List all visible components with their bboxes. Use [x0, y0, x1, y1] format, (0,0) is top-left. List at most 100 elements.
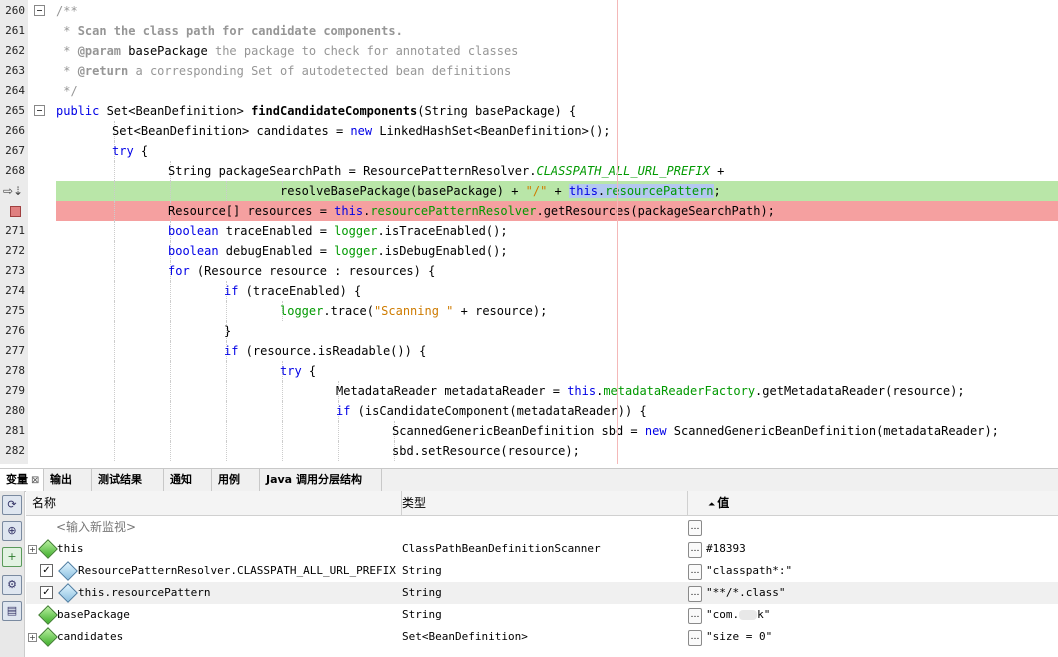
code-text[interactable]: if (traceEnabled) { [224, 284, 361, 298]
fold-collapse-icon[interactable] [34, 105, 45, 116]
tab-5[interactable]: Java 调用分层结构 [260, 469, 382, 491]
code-line[interactable]: 278 try { [0, 361, 1058, 381]
code-text[interactable]: Resource[] resources = this.resourcePatt… [168, 204, 775, 218]
code-text[interactable]: Set<BeanDefinition> candidates = new Lin… [112, 124, 611, 138]
new-watch-row[interactable]: <输入新监视> … [26, 516, 1058, 538]
column-header-value[interactable]: ⏶ 值 [702, 491, 1058, 515]
value-ellipsis-button[interactable]: … [688, 564, 702, 580]
code-line[interactable]: 272 boolean debugEnabled = logger.isDebug… [0, 241, 1058, 261]
show-static-icon[interactable]: ⚙ [2, 575, 22, 595]
code-text[interactable]: String packageSearchPath = ResourcePatte… [168, 164, 724, 178]
code-text[interactable]: resolveBasePackage(basePackage) + "/" + … [280, 184, 721, 198]
variable-row[interactable]: + candidates Set<BeanDefinition> … "size = 0… [26, 626, 1058, 648]
value-ellipsis-button[interactable]: … [688, 630, 702, 646]
code-line[interactable]: 280 if (isCandidateComponent(metadataRead… [0, 401, 1058, 421]
code-text[interactable]: sbd.setResource(resource); [392, 444, 580, 458]
code-text[interactable]: } [224, 324, 231, 338]
variable-row[interactable]: ✓ ResourcePatternResolver.CLASSPATH_ALL_U… [26, 560, 1058, 582]
line-number: 275 [5, 304, 25, 317]
code-line[interactable]: 274 if (traceEnabled) { [0, 281, 1058, 301]
code-line[interactable]: 277 if (resource.isReadable()) { [0, 341, 1058, 361]
tab-close-icon[interactable]: ⊠ [31, 475, 39, 486]
step-over-expression-icon[interactable]: ⟳ [2, 495, 22, 515]
value-ellipsis-button[interactable]: … [688, 608, 702, 624]
code-text[interactable]: if (resource.isReadable()) { [224, 344, 426, 358]
new-watch-ellipsis-button[interactable]: … [688, 520, 702, 536]
expand-icon[interactable]: + [28, 633, 37, 642]
watch-checkbox[interactable]: ✓ [40, 564, 53, 577]
indent-guide [170, 281, 171, 301]
evaluate-icon[interactable]: ⊕ [2, 521, 22, 541]
code-line[interactable]: 265 public Set<BeanDefinition> findCandid… [0, 101, 1058, 121]
code-line[interactable]: 275 logger.trace("Scanning " + resource); [0, 301, 1058, 321]
code-line[interactable]: 282 sbd.setResource(resource); [0, 441, 1058, 461]
code-line[interactable]: 266 Set<BeanDefinition> candidates = new … [0, 121, 1058, 141]
code-line[interactable]: 271 boolean traceEnabled = logger.isTrace… [0, 221, 1058, 241]
code-text[interactable]: try { [112, 144, 148, 158]
code-text[interactable]: * @param basePackage the package to chec… [56, 44, 518, 58]
value-ellipsis-button[interactable]: … [688, 586, 702, 602]
column-header-name[interactable]: 名称 [26, 491, 402, 515]
code-line[interactable]: 264 */ [0, 81, 1058, 101]
code-text[interactable]: public Set<BeanDefinition> findCandidate… [56, 104, 576, 118]
indent-guide [170, 401, 171, 421]
new-watch-icon[interactable]: + [2, 547, 22, 567]
code-text[interactable]: * Scan the class path for candidate comp… [56, 24, 403, 38]
code-line[interactable]: 276} [0, 321, 1058, 341]
variable-row[interactable]: + this ClassPathBeanDefinitionScanner … #183… [26, 538, 1058, 560]
code-line[interactable]: 262 * @param basePackage the package to … [0, 41, 1058, 61]
code-line[interactable]: 281 ScannedGenericBeanDefinition sbd = ne… [0, 421, 1058, 441]
code-text[interactable]: try { [280, 364, 316, 378]
code-token: this [334, 204, 364, 218]
variable-row[interactable]: ✓ this.resourcePattern String … "**/*.class" [26, 582, 1058, 604]
code-token: * [56, 64, 78, 78]
code-line[interactable]: 263 * @return a corresponding Set of aut… [0, 61, 1058, 81]
code-line[interactable]: Resource[] resources = this.resourcePatt… [0, 201, 1058, 221]
tab-2[interactable]: 测试结果 [92, 469, 164, 491]
code-line[interactable]: 268 String packageSearchPath = ResourcePa… [0, 161, 1058, 181]
variable-row[interactable]: basePackage String … "com. k" [26, 604, 1058, 626]
expand-icon[interactable]: + [28, 545, 37, 554]
code-editor[interactable]: 260 /** 261 * Scan the class path for cand… [0, 0, 1058, 464]
code-text[interactable]: ScannedGenericBeanDefinition sbd = new S… [392, 424, 999, 438]
code-line[interactable]: 260 /** [0, 1, 1058, 21]
tab-1[interactable]: 输出 [44, 469, 92, 491]
variable-value[interactable]: "com. k" [706, 604, 770, 626]
line-number: 267 [5, 144, 25, 157]
code-token: Set<BeanDefinition> candidates = [112, 124, 351, 138]
value-ellipsis-button[interactable]: … [688, 542, 702, 558]
code-text[interactable]: for (Resource resource : resources) { [168, 264, 435, 278]
current-pc-arrow-icon[interactable]: ⇨⇣ [3, 184, 25, 198]
code-text[interactable]: MetadataReader metadataReader = this.met… [336, 384, 965, 398]
show-inherited-icon[interactable]: ▤ [2, 601, 22, 621]
code-line[interactable]: 279 MetadataReader metadataReader = this.… [0, 381, 1058, 401]
indent-guide [226, 401, 227, 421]
code-line[interactable]: 261 * Scan the class path for candidate … [0, 21, 1058, 41]
code-line[interactable]: ⇨⇣ resolveBasePackage(basePackage) + "/" … [0, 181, 1058, 201]
tab-0[interactable]: 变量 ⊠ [0, 469, 44, 491]
code-text[interactable]: boolean traceEnabled = logger.isTraceEna… [168, 224, 508, 238]
watch-checkbox[interactable]: ✓ [40, 586, 53, 599]
code-text[interactable]: if (isCandidateComponent(metadataReader)… [336, 404, 647, 418]
breakpoint-icon[interactable] [10, 206, 21, 217]
code-text[interactable]: logger.trace("Scanning " + resource); [280, 304, 547, 318]
code-text[interactable]: /** [56, 4, 78, 18]
value-prefix: "com. [706, 608, 740, 621]
tab-4[interactable]: 用例 [212, 469, 260, 491]
code-text[interactable]: boolean debugEnabled = logger.isDebugEna… [168, 244, 508, 258]
variable-value[interactable]: "classpath*:" [706, 560, 792, 582]
variable-name: this [57, 542, 84, 555]
code-line[interactable]: 273 for (Resource resource : resources) { [0, 261, 1058, 281]
code-text[interactable]: */ [56, 84, 77, 98]
variable-value[interactable]: #18393 [706, 538, 746, 560]
new-watch-placeholder[interactable]: <输入新监视> [56, 516, 136, 538]
tab-3[interactable]: 通知 [164, 469, 212, 491]
line-number: 278 [5, 364, 25, 377]
column-header-type[interactable]: 类型 [396, 491, 688, 515]
indent-guide [170, 301, 171, 321]
fold-collapse-icon[interactable] [34, 5, 45, 16]
variable-value[interactable]: "size = 0" [706, 626, 772, 648]
variable-value[interactable]: "**/*.class" [706, 582, 785, 604]
code-line[interactable]: 267 try { [0, 141, 1058, 161]
code-text[interactable]: * @return a corresponding Set of autodet… [56, 64, 511, 78]
